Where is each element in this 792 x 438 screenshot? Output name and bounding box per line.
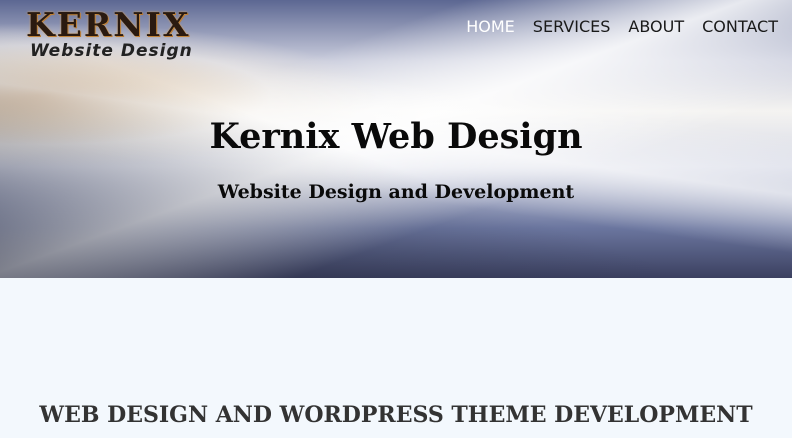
logo-tagline: Website Design bbox=[30, 41, 193, 61]
nav-item-contact[interactable]: CONTACT bbox=[702, 17, 778, 36]
nav-item-home[interactable]: HOME bbox=[466, 17, 515, 36]
hero-subtitle: Website Design and Development bbox=[217, 181, 575, 203]
logo-wordmark: KERNIX bbox=[26, 5, 191, 44]
nav-item-about[interactable]: ABOUT bbox=[628, 17, 684, 36]
nav-item-services[interactable]: SERVICES bbox=[533, 17, 611, 36]
site-logo[interactable]: KERNIX Website Design bbox=[26, 8, 193, 61]
hero-title: Kernix Web Design bbox=[209, 116, 583, 157]
section-heading: WEB DESIGN AND WORDPRESS THEME DEVELOPME… bbox=[39, 402, 753, 428]
main-nav: HOME SERVICES ABOUT CONTACT bbox=[466, 17, 778, 36]
hero-banner: KERNIX Website Design HOME SERVICES ABOU… bbox=[0, 0, 792, 278]
